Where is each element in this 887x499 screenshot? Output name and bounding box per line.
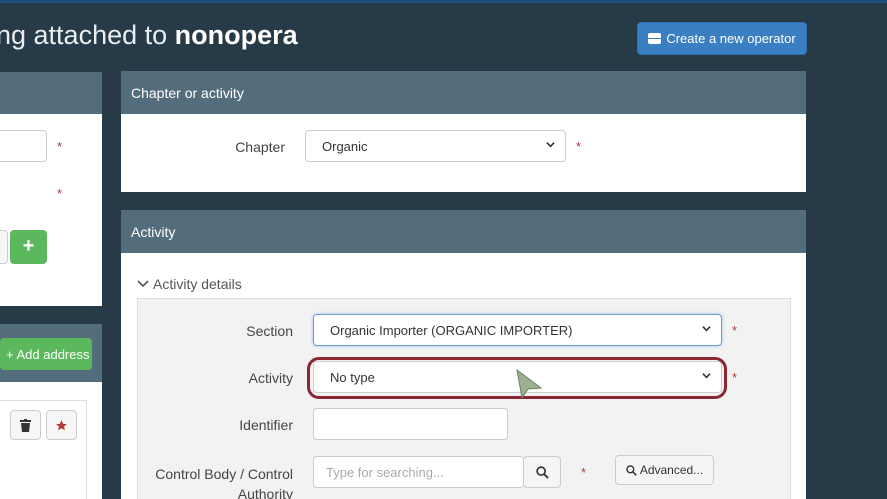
activity-panel-header: Activity <box>121 210 806 253</box>
left-gray-button[interactable] <box>0 230 8 264</box>
chevron-down-icon <box>546 142 555 148</box>
create-operator-label: Create a new operator <box>666 31 796 46</box>
left-panel-upper-header <box>0 72 102 114</box>
required-marker: * <box>732 323 738 338</box>
identifier-input[interactable] <box>313 408 508 440</box>
page-title: ng attached to nonopera <box>0 20 298 51</box>
activity-details-toggle[interactable]: Activity details <box>137 276 242 292</box>
card-icon <box>648 33 662 44</box>
control-body-label: Control Body / Control Authority <box>140 464 293 499</box>
control-body-search-input[interactable]: Type for searching... <box>313 456 524 488</box>
search-button[interactable] <box>523 456 561 488</box>
search-icon <box>626 464 637 476</box>
chevron-down-icon <box>137 280 149 288</box>
page-title-prefix: ng attached to <box>0 20 175 50</box>
search-icon <box>535 465 549 479</box>
chapter-panel-header: Chapter or activity <box>121 71 806 114</box>
add-item-button[interactable]: + <box>10 230 47 264</box>
delete-button[interactable] <box>10 410 41 440</box>
required-marker: * <box>57 186 63 201</box>
chapter-select-value: Organic <box>322 138 368 154</box>
required-marker: * <box>576 139 582 154</box>
required-marker: * <box>57 139 63 154</box>
control-body-label-line2: Authority <box>237 486 293 499</box>
identifier-label: Identifier <box>239 417 293 433</box>
activity-details-title: Activity details <box>153 276 242 292</box>
create-operator-button[interactable]: Create a new operator <box>637 22 807 55</box>
advanced-button-label: Advanced... <box>639 463 704 477</box>
left-text-input[interactable] <box>0 130 47 162</box>
section-select[interactable]: Organic Importer (ORGANIC IMPORTER) <box>313 314 722 346</box>
trash-icon <box>20 418 31 432</box>
page-title-operator: nonopera <box>174 20 298 50</box>
left-panel-upper: + <box>0 72 102 306</box>
activity-label: Activity <box>248 370 293 386</box>
chapter-select[interactable]: Organic <box>305 130 566 162</box>
top-accent-bar <box>0 0 887 3</box>
mouse-cursor-icon <box>516 368 543 400</box>
favorite-button[interactable] <box>46 410 77 440</box>
chevron-down-icon <box>702 326 711 332</box>
required-marker: * <box>581 465 587 480</box>
required-marker: * <box>732 370 738 385</box>
control-body-label-line1: Control Body / Control <box>155 466 293 482</box>
star-icon <box>56 419 67 430</box>
section-select-value: Organic Importer (ORGANIC IMPORTER) <box>330 322 573 338</box>
add-address-button[interactable]: + Add address <box>0 338 92 370</box>
advanced-search-button[interactable]: Advanced... <box>615 455 714 485</box>
section-label: Section <box>246 323 293 339</box>
chapter-label: Chapter <box>235 139 285 155</box>
